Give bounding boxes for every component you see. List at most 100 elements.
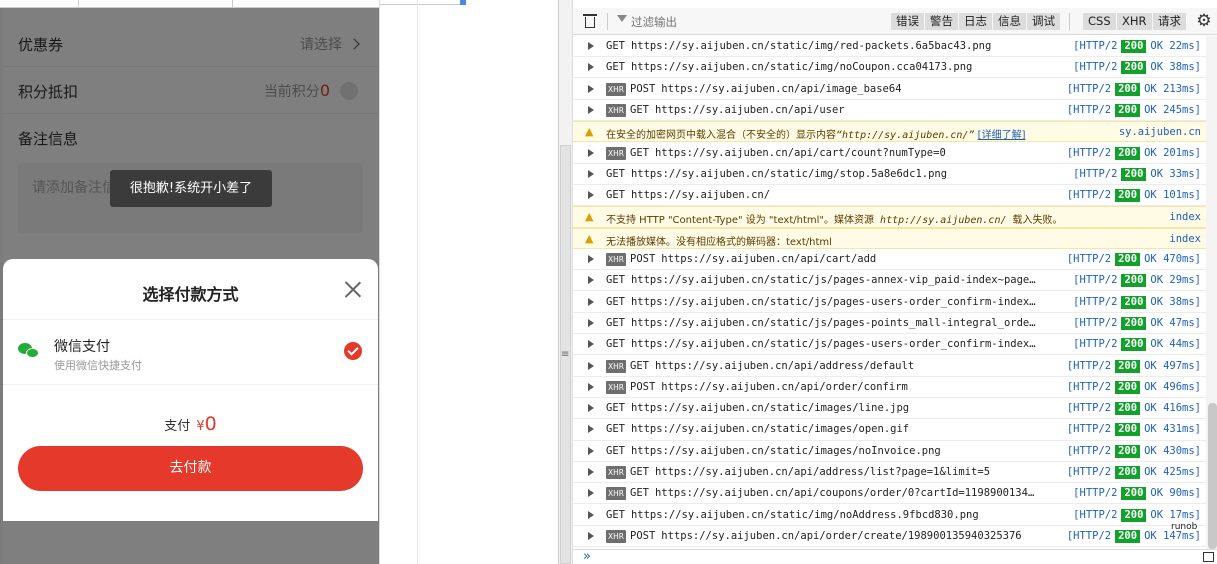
network-row[interactable]: XHR POST https://sy.aijuben.cn/api/order/c… <box>573 377 1206 398</box>
expand-arrow-icon[interactable] <box>588 425 594 434</box>
filter-warnings-button[interactable]: 警告 <box>925 13 958 30</box>
warning-source[interactable]: index <box>1165 232 1201 245</box>
filter-info-button[interactable]: 信息 <box>993 13 1026 30</box>
expand-arrow-icon[interactable] <box>588 510 594 519</box>
network-row[interactable]: GET https://sy.aijuben.cn/static/images/n… <box>573 441 1206 462</box>
request-line[interactable]: GET https://sy.aijuben.cn/static/img/red-… <box>606 40 1038 52</box>
log-scrollbar-thumb[interactable] <box>1208 403 1217 549</box>
expand-arrow-icon[interactable] <box>588 361 594 370</box>
expand-arrow-icon[interactable] <box>588 340 594 349</box>
warning-row[interactable]: ▲ 在安全的加密网页中载入混合（不安全的）显示内容“http://sy.aijub… <box>573 121 1206 143</box>
status-text: OK <box>1150 295 1164 308</box>
status-badge: 200 <box>1115 423 1141 437</box>
request-line[interactable]: POST https://sy.aijuben.cn/api/order/conf… <box>630 381 1038 393</box>
panel-splitter[interactable]: ≡ <box>559 0 573 564</box>
warning-source[interactable]: index <box>1165 211 1201 224</box>
network-row[interactable]: GET https://sy.aijuben.cn/static/images/o… <box>573 419 1206 441</box>
expand-arrow-icon[interactable] <box>588 63 594 72</box>
request-line[interactable]: GET https://sy.aijuben.cn/static/img/noAd… <box>606 509 1038 521</box>
close-icon[interactable] <box>343 279 363 299</box>
expand-arrow-icon[interactable] <box>588 489 594 498</box>
network-row[interactable]: GET https://sy.aijuben.cn/static/js/pages… <box>573 270 1206 292</box>
network-row[interactable]: GET https://sy.aijuben.cn/static/js/pages… <box>573 313 1206 335</box>
network-row[interactable]: XHR POST https://sy.aijuben.cn/api/order/c… <box>573 526 1206 548</box>
expand-arrow-icon[interactable] <box>588 382 594 391</box>
filter-input[interactable] <box>631 13 831 30</box>
filter-logs-button[interactable]: 日志 <box>959 13 992 30</box>
expand-arrow-icon[interactable] <box>588 276 594 285</box>
request-line[interactable]: GET https://sy.aijuben.cn/api/coupons/ord… <box>630 487 1038 499</box>
request-line[interactable]: GET https://sy.aijuben.cn/static/img/stop… <box>606 168 1038 180</box>
expand-arrow-icon[interactable] <box>588 404 594 413</box>
expand-arrow-icon[interactable] <box>588 318 594 327</box>
request-line[interactable]: POST https://sy.aijuben.cn/api/order/crea… <box>630 530 1038 542</box>
filter-errors-button[interactable]: 错误 <box>891 13 924 30</box>
top-strip-cell <box>232 0 379 8</box>
request-meta: [HTTP/2 200 OK 470ms] <box>1063 253 1201 266</box>
request-line[interactable]: GET https://sy.aijuben.cn/static/js/pages… <box>606 317 1038 329</box>
filter-requests-button[interactable]: 请求 <box>1153 13 1186 30</box>
network-row[interactable]: XHR GET https://sy.aijuben.cn/api/cart/cou… <box>573 143 1206 164</box>
status-badge: 200 <box>1121 167 1147 181</box>
request-method: POST <box>630 529 656 542</box>
network-row[interactable]: GET https://sy.aijuben.cn/static/img/noAd… <box>573 505 1206 526</box>
request-line[interactable]: GET https://sy.aijuben.cn/ <box>606 189 1038 201</box>
request-line[interactable]: POST https://sy.aijuben.cn/api/cart/add <box>630 253 1038 265</box>
request-line[interactable]: GET https://sy.aijuben.cn/api/address/def… <box>630 360 1038 372</box>
learn-more-link[interactable]: [详细了解] <box>978 130 1026 141</box>
console-log: GET https://sy.aijuben.cn/static/img/red-… <box>573 36 1206 549</box>
network-row[interactable]: XHR GET https://sy.aijuben.cn/api/address/… <box>573 462 1206 484</box>
request-line[interactable]: GET https://sy.aijuben.cn/static/images/n… <box>606 445 1038 457</box>
expand-arrow-icon[interactable] <box>588 105 594 114</box>
split-editor-icon[interactable] <box>1203 552 1214 562</box>
expand-arrow-icon[interactable] <box>588 148 594 157</box>
expand-arrow-icon[interactable] <box>588 191 594 200</box>
expand-arrow-icon[interactable] <box>588 468 594 476</box>
expand-arrow-icon[interactable] <box>588 531 594 540</box>
network-row[interactable]: GET https://sy.aijuben.cn/static/js/pages… <box>573 292 1206 313</box>
request-line[interactable]: GET https://sy.aijuben.cn/static/images/l… <box>606 402 1038 414</box>
expand-arrow-icon[interactable] <box>588 446 594 455</box>
request-meta: [HTTP/2 200 OK 425ms] <box>1063 466 1201 479</box>
expand-arrow-icon[interactable] <box>588 297 594 306</box>
gear-icon[interactable]: ⚙ <box>1195 12 1213 30</box>
filter-css-button[interactable]: CSS <box>1083 13 1116 30</box>
status-text: OK <box>1150 40 1164 52</box>
filter-xhr-button[interactable]: XHR <box>1117 13 1152 30</box>
expand-arrow-icon[interactable] <box>588 169 594 178</box>
expand-arrow-icon[interactable] <box>588 255 594 263</box>
request-line[interactable]: GET https://sy.aijuben.cn/api/cart/count?… <box>630 147 1038 159</box>
request-line[interactable]: GET https://sy.aijuben.cn/static/img/noCo… <box>606 61 1038 73</box>
filter-debug-button[interactable]: 调试 <box>1027 13 1060 30</box>
grip-icon[interactable]: ≡ <box>561 350 569 360</box>
network-row[interactable]: GET https://sy.aijuben.cn/static/img/red-… <box>573 36 1206 58</box>
request-line[interactable]: GET https://sy.aijuben.cn/api/user <box>630 104 1038 116</box>
expand-arrow-icon[interactable] <box>588 42 594 50</box>
request-line[interactable]: GET https://sy.aijuben.cn/static/images/o… <box>606 423 1038 435</box>
request-protocol: [HTTP/2 <box>1073 487 1118 500</box>
expand-arrow-icon[interactable] <box>588 84 594 93</box>
request-line[interactable]: GET https://sy.aijuben.cn/api/address/lis… <box>630 466 1038 478</box>
request-line[interactable]: POST https://sy.aijuben.cn/api/image_base… <box>630 83 1038 95</box>
network-row[interactable]: XHR GET https://sy.aijuben.cn/api/coupons/… <box>573 483 1206 505</box>
network-row[interactable]: GET https://sy.aijuben.cn/ [HTTP/2 200 OK 10… <box>573 185 1206 207</box>
request-line[interactable]: GET https://sy.aijuben.cn/static/js/pages… <box>606 274 1038 286</box>
network-row[interactable]: GET https://sy.aijuben.cn/static/images/l… <box>573 398 1206 420</box>
console-input[interactable]: » <box>573 549 1217 564</box>
network-row[interactable]: XHR POST https://sy.aijuben.cn/api/image_b… <box>573 79 1206 100</box>
warning-row[interactable]: ▲ 不支持 HTTP "Content-Type" 设为 "text/html"。… <box>573 206 1206 228</box>
request-line[interactable]: GET https://sy.aijuben.cn/static/js/pages… <box>606 296 1038 308</box>
network-row[interactable]: GET https://sy.aijuben.cn/static/js/pages… <box>573 334 1206 356</box>
request-method: GET <box>606 338 625 351</box>
warning-row[interactable]: ▲ 无法播放媒体。没有相应格式的解码器：text/html index <box>573 227 1206 249</box>
network-row[interactable]: GET https://sy.aijuben.cn/static/img/stop… <box>573 164 1206 185</box>
request-line[interactable]: GET https://sy.aijuben.cn/static/js/pages… <box>606 338 1038 350</box>
network-row[interactable]: XHR POST https://sy.aijuben.cn/api/cart/ad… <box>573 249 1206 271</box>
network-row[interactable]: XHR GET https://sy.aijuben.cn/api/address/… <box>573 356 1206 377</box>
trash-icon[interactable] <box>583 13 597 29</box>
log-scrollbar[interactable] <box>1206 36 1217 549</box>
pay-button[interactable]: 去付款 <box>18 446 363 491</box>
network-row[interactable]: XHR GET https://sy.aijuben.cn/api/user [HTT… <box>573 100 1206 122</box>
warning-source[interactable]: sy.aijuben.cn <box>1114 126 1201 139</box>
network-row[interactable]: GET https://sy.aijuben.cn/static/img/noCo… <box>573 57 1206 79</box>
